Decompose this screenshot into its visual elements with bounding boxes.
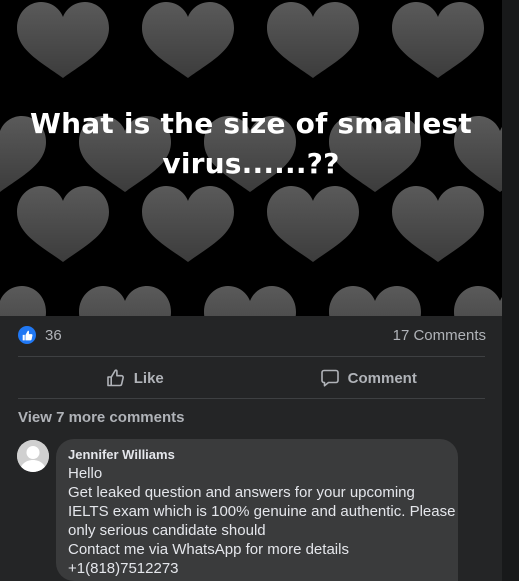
comment-button[interactable]: Comment: [252, 359, 486, 397]
like-reaction-icon[interactable]: [18, 326, 36, 344]
comment-button-label: Comment: [347, 369, 417, 387]
post-image-caption-line1: What is the size of smallest: [30, 107, 472, 140]
avatar[interactable]: [17, 440, 49, 472]
post-card: What is the size of smallest virus......…: [0, 0, 502, 581]
divider: [18, 356, 485, 357]
default-avatar-icon: [17, 440, 49, 472]
comment-text-line: +1(818)7512273: [68, 560, 179, 577]
post-stats: 36 17 Comments: [18, 324, 486, 348]
like-count[interactable]: 36: [45, 327, 62, 345]
page: What is the size of smallest virus......…: [0, 0, 519, 581]
comment-text-line: IELTS exam which is 100% genuine and aut…: [68, 503, 456, 520]
like-button[interactable]: Like: [18, 359, 252, 397]
comment-text-line: Get leaked question and answers for your…: [68, 484, 415, 501]
comment-bubble-icon: [320, 369, 339, 387]
like-button-label: Like: [133, 369, 164, 387]
comment-text-line: Hello: [68, 465, 103, 482]
divider: [18, 398, 485, 399]
comment-author[interactable]: Jennifer Williams: [68, 447, 446, 463]
comment-bubble: Jennifer Williams Hello Get leaked quest…: [56, 439, 458, 581]
thumbs-up-icon: [22, 330, 32, 340]
comment-text-line: only serious candidate should: [68, 522, 266, 539]
post-image-caption-line2: virus......??: [162, 147, 340, 180]
comment-count[interactable]: 17 Comments: [393, 327, 486, 345]
view-more-comments-link[interactable]: View 7 more comments: [18, 409, 184, 426]
post-image[interactable]: What is the size of smallest virus......…: [0, 0, 502, 316]
thumbs-up-outline-icon: [106, 369, 124, 387]
comment-text-line: Contact me via WhatsApp for more details: [68, 541, 349, 558]
post-image-caption: What is the size of smallest virus......…: [0, 104, 502, 184]
post-actions: Like Comment: [18, 359, 485, 397]
